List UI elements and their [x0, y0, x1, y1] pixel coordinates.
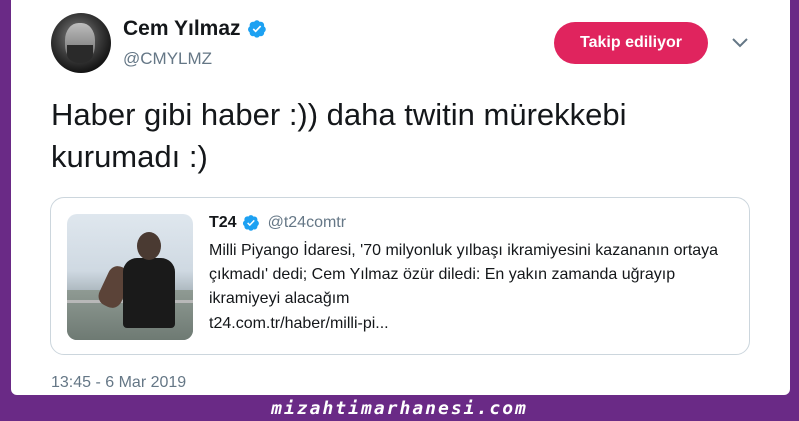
author-name[interactable]: Cem Yılmaz [123, 17, 241, 41]
avatar-beard [67, 45, 93, 63]
quoted-author-name[interactable]: T24 [209, 214, 237, 232]
quoted-tweet-image[interactable] [67, 214, 193, 340]
author-name-row[interactable]: Cem Yılmaz [123, 17, 267, 41]
quoted-tweet[interactable]: T24 @t24comtr Milli Piyango İdaresi, '70… [50, 197, 750, 355]
tweet-timestamp[interactable]: 13:45 - 6 Mar 2019 [51, 374, 186, 392]
avatar[interactable] [51, 13, 111, 73]
tweet-card: Cem Yılmaz @CMYLMZ Takip ediliyor Haber … [11, 0, 790, 395]
quoted-author-handle[interactable]: @t24comtr [268, 214, 346, 232]
following-button[interactable]: Takip ediliyor [554, 22, 708, 64]
image-person-head [137, 232, 161, 260]
quoted-tweet-header: T24 @t24comtr [209, 214, 346, 232]
tweet-text: Haber gibi haber :)) daha twitin mürekke… [51, 97, 627, 174]
chevron-down-icon[interactable] [731, 36, 749, 50]
verified-badge-icon [247, 20, 266, 38]
watermark: mizahtimarhanesi.com [271, 397, 528, 419]
image-person-body [123, 258, 175, 328]
quoted-tweet-link[interactable]: t24.com.tr/haber/milli-pi... [209, 315, 389, 333]
verified-badge-icon [242, 215, 259, 231]
author-handle[interactable]: @CMYLMZ [123, 49, 212, 69]
quoted-tweet-text: Milli Piyango İdaresi, '70 milyonluk yıl… [209, 242, 719, 307]
